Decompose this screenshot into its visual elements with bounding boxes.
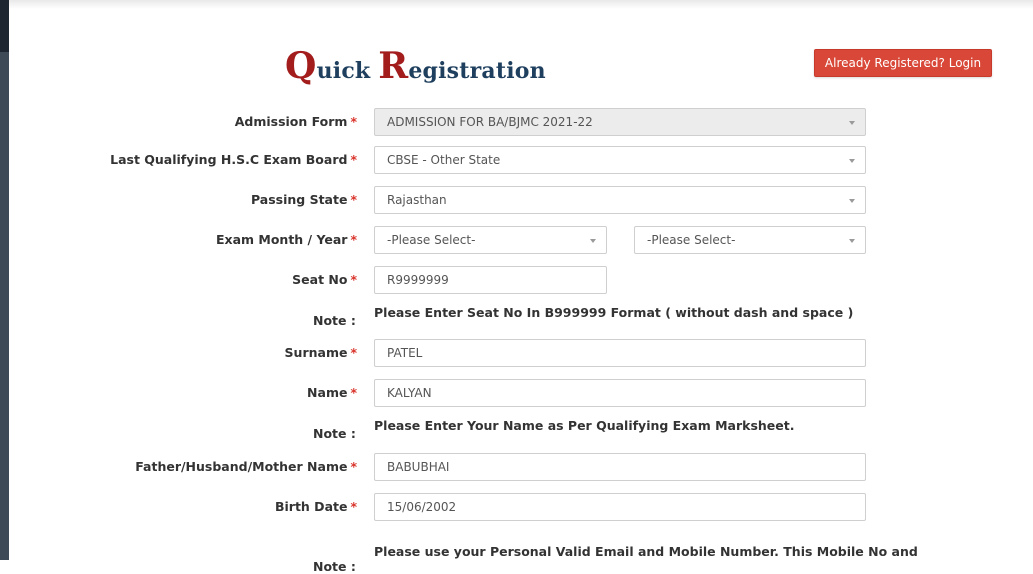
- seat-no-label: Seat No *: [292, 272, 357, 287]
- passing-state-label: Passing State *: [250, 192, 357, 207]
- admission-form-value: ADMISSION FOR BA/BJMC 2021-22: [387, 115, 593, 129]
- required-marker: *: [350, 192, 357, 207]
- title-word-egistration: egistration: [408, 58, 546, 84]
- father-name-input[interactable]: BABUBHAI: [374, 453, 866, 481]
- window-left-edge: [0, 0, 9, 560]
- required-marker: *: [350, 232, 357, 247]
- surname-label: Surname *: [284, 345, 357, 360]
- admission-form-select[interactable]: ADMISSION FOR BA/BJMC 2021-22: [374, 108, 866, 136]
- exam-board-label: Last Qualifying H.S.C Exam Board *: [110, 152, 357, 167]
- title-initial-r: R: [378, 45, 409, 87]
- birth-date-label: Birth Date *: [274, 499, 357, 514]
- title-word-uick: uick: [316, 58, 371, 84]
- exam-year-select[interactable]: -Please Select-: [634, 226, 866, 254]
- page-title: Quick Registration: [285, 45, 546, 87]
- surname-input[interactable]: PATEL: [374, 339, 866, 367]
- top-shadow: [9, 0, 1033, 9]
- exam-month-select[interactable]: -Please Select-: [374, 226, 607, 254]
- exam-board-value: CBSE - Other State: [387, 153, 501, 167]
- exam-month-year-label: Exam Month / Year *: [215, 232, 357, 247]
- note-label: Note :: [313, 559, 356, 574]
- chevron-down-icon: [849, 159, 855, 163]
- required-marker: *: [350, 499, 357, 514]
- note-label: Note :: [313, 426, 356, 441]
- exam-board-select[interactable]: CBSE - Other State: [374, 146, 866, 174]
- chevron-down-icon: [849, 239, 855, 243]
- name-marksheet-note: Please Enter Your Name as Per Qualifying…: [374, 418, 795, 433]
- passing-state-select[interactable]: Rajasthan: [374, 186, 866, 214]
- birth-date-input[interactable]: 15/06/2002: [374, 493, 866, 521]
- registration-panel: Quick Registration Already Registered? L…: [9, 9, 1033, 574]
- surname-value: PATEL: [387, 346, 423, 360]
- seat-no-format-note: Please Enter Seat No In B999999 Format (…: [374, 305, 854, 320]
- name-input[interactable]: KALYAN: [374, 379, 866, 407]
- father-name-label: Father/Husband/Mother Name *: [135, 459, 357, 474]
- passing-state-value: Rajasthan: [387, 193, 447, 207]
- father-name-value: BABUBHAI: [387, 460, 450, 474]
- name-value: KALYAN: [387, 386, 432, 400]
- name-label: Name *: [307, 385, 357, 400]
- exam-month-value: -Please Select-: [387, 233, 476, 247]
- email-mobile-note: Please use your Personal Valid Email and…: [374, 544, 918, 559]
- chevron-down-icon: [590, 239, 596, 243]
- exam-year-value: -Please Select-: [647, 233, 736, 247]
- required-marker: *: [350, 272, 357, 287]
- required-marker: *: [350, 152, 357, 167]
- admission-form-label: Admission Form *: [234, 114, 357, 129]
- seat-no-input[interactable]: R9999999: [374, 266, 607, 294]
- required-marker: *: [350, 385, 357, 400]
- birth-date-value: 15/06/2002: [387, 500, 457, 514]
- note-label: Note :: [313, 313, 356, 328]
- required-marker: *: [350, 459, 357, 474]
- required-marker: *: [350, 345, 357, 360]
- title-initial-q: Q: [285, 45, 317, 87]
- seat-no-value: R9999999: [387, 273, 449, 287]
- already-registered-login-button[interactable]: Already Registered? Login: [814, 49, 992, 77]
- chevron-down-icon: [849, 121, 855, 125]
- required-marker: *: [350, 114, 357, 129]
- chevron-down-icon: [849, 199, 855, 203]
